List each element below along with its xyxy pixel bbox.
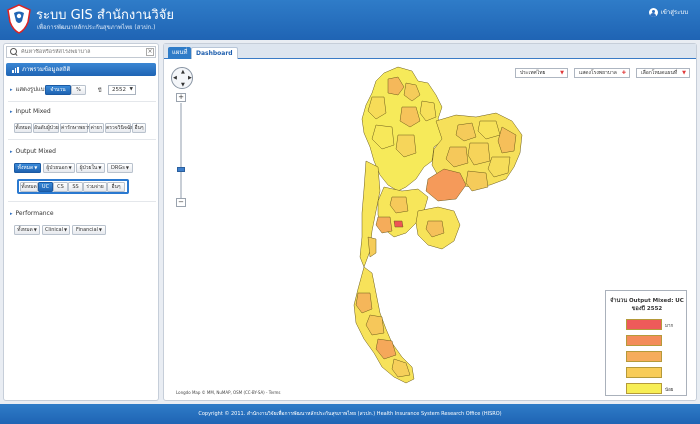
- output-outpatient-dropdown[interactable]: ผู้ป่วยนอก▼: [43, 163, 75, 173]
- pan-left-icon[interactable]: ◀: [173, 75, 177, 81]
- performance-all-dropdown[interactable]: ทั้งหมด▼: [14, 225, 40, 235]
- bar-chart-icon: [12, 67, 19, 73]
- zoom-slider-track[interactable]: [180, 103, 182, 198]
- tab-dashboard[interactable]: Dashboard: [191, 47, 238, 59]
- input-treatment-cost-button[interactable]: ค่ารักษาพยาบาล: [60, 123, 97, 133]
- scheme-ss-button[interactable]: SS: [68, 182, 83, 192]
- tab-bar: แผนที่ Dashboard: [164, 44, 696, 59]
- input-mixed-label: Input Mixed: [10, 108, 51, 116]
- legend-swatch-5: [626, 383, 662, 394]
- zoom-in-button[interactable]: +: [176, 93, 186, 102]
- input-rank-button[interactable]: อันดับผู้ป่วย: [33, 123, 59, 133]
- year-label: ปี: [98, 88, 102, 94]
- app-header: ระบบ GIS สำนักงานวิจัย เพื่อการพัฒนาหลัก…: [0, 0, 700, 40]
- scheme-cs-button[interactable]: CS: [53, 182, 68, 192]
- region-select[interactable]: ประเทศไทย ▼: [515, 68, 568, 78]
- divider: [8, 101, 156, 102]
- hisro-logo: [7, 4, 31, 34]
- clear-search-icon[interactable]: ×: [146, 48, 154, 56]
- divider: [8, 201, 156, 202]
- count-mode-button[interactable]: จำนวน: [45, 85, 71, 95]
- divider: [8, 139, 156, 140]
- province-bangkok: [393, 220, 404, 228]
- footer: Copyright © 2011. สำนักงานวิจัยเพื่อการพ…: [0, 404, 700, 424]
- performance-clinical-dropdown[interactable]: Clinical▼: [42, 225, 70, 235]
- legend-swatch-2: [626, 335, 662, 346]
- zoom-out-button[interactable]: −: [176, 198, 186, 207]
- map-pan-control[interactable]: ▲ ▼ ◀ ▶: [171, 67, 193, 89]
- output-all-dropdown[interactable]: ทั้งหมด▼: [14, 163, 41, 173]
- map-legend: จำนวน Output Mixed: UC ของปี 2552 มาก น้…: [605, 290, 687, 396]
- tab-map[interactable]: แผนที่: [168, 47, 192, 59]
- performance-financial-dropdown[interactable]: Financial▼: [72, 225, 106, 235]
- scheme-other-button[interactable]: อื่นๆ: [107, 182, 125, 192]
- search-input[interactable]: [21, 49, 146, 55]
- display-mode-label: แสดงรูปแบบ: [10, 86, 49, 94]
- percent-mode-button[interactable]: %: [71, 85, 86, 95]
- chevron-down-icon: ▼: [560, 70, 564, 76]
- map-view[interactable]: ▲ ▼ ◀ ▶ + − ประเทศไทย ▼ แสดงโรงพยาบาล ✚ เล…: [166, 61, 695, 400]
- zoom-slider-handle[interactable]: [177, 167, 185, 172]
- scheme-uc-button[interactable]: UC: [38, 182, 53, 192]
- input-diagnosis-button[interactable]: ตรวจวินิจฉัย: [105, 123, 133, 133]
- scheme-copay-button[interactable]: ร่วมจ่าย: [83, 182, 107, 192]
- output-inpatient-dropdown[interactable]: ผู้ป่วยใน▼: [76, 163, 105, 173]
- scheme-all-button[interactable]: ทั้งหมด: [20, 182, 38, 192]
- legend-title: จำนวน Output Mixed: UC ของปี 2552: [610, 298, 684, 312]
- province-nakhon-ratchasima: [425, 168, 467, 202]
- output-drgs-dropdown[interactable]: DRGs▼: [107, 163, 133, 173]
- hospital-search: ×: [6, 46, 156, 58]
- login-label: เข้าสู่ระบบ: [660, 9, 688, 16]
- input-all-button[interactable]: ทั้งหมด: [14, 123, 32, 133]
- map-attribution[interactable]: Longdo Map © MM, NuMAP, OSM (CC-BY-SA) -…: [176, 390, 281, 395]
- user-icon: [648, 8, 658, 17]
- year-select[interactable]: 2552 ▼: [108, 85, 136, 95]
- legend-high-label: มาก: [665, 324, 674, 329]
- stats-panel-title: ภาพรวมข้อมูลสถิติ: [6, 63, 156, 76]
- pan-down-icon[interactable]: ▼: [181, 82, 185, 88]
- performance-label: Performance: [10, 210, 54, 218]
- province-central-3: [375, 216, 393, 234]
- legend-swatch-4: [626, 367, 662, 378]
- app-title: ระบบ GIS สำนักงานวิจัย: [36, 8, 174, 23]
- legend-swatch-1: [626, 319, 662, 330]
- province-west-1: [367, 236, 377, 258]
- search-icon: [9, 47, 19, 57]
- main-panel: แผนที่ Dashboard ▲ ▼ ◀ ▶ + − ประเทศไทย ▼…: [163, 43, 697, 401]
- show-hospitals-toggle[interactable]: แสดงโรงพยาบาล ✚: [574, 68, 630, 78]
- province-northeast-8: [465, 170, 489, 192]
- app-subtitle: เพื่อการพัฒนาหลักประกันสุขภาพไทย (สวปก.): [37, 24, 156, 31]
- legend-low-label: น้อย: [665, 388, 674, 393]
- pan-right-icon[interactable]: ▶: [188, 75, 192, 81]
- sidebar: × ภาพรวมข้อมูลสถิติ แสดงรูปแบบ จำนวน % ป…: [3, 43, 159, 401]
- login-button[interactable]: เข้าสู่ระบบ: [648, 8, 688, 17]
- input-drug-cost-button[interactable]: ค่ายา: [89, 123, 104, 133]
- chevron-down-icon: ▼: [129, 87, 133, 92]
- legend-swatch-3: [626, 351, 662, 362]
- pan-up-icon[interactable]: ▲: [181, 69, 185, 75]
- map-mode-select[interactable]: เลือกโหมดแผนที่ ▼: [636, 68, 690, 78]
- input-other-button[interactable]: อื่นๆ: [132, 123, 146, 133]
- hospital-cross-icon: ✚: [621, 70, 626, 76]
- chevron-down-icon: ▼: [682, 70, 686, 76]
- output-mixed-label: Output Mixed: [10, 148, 56, 156]
